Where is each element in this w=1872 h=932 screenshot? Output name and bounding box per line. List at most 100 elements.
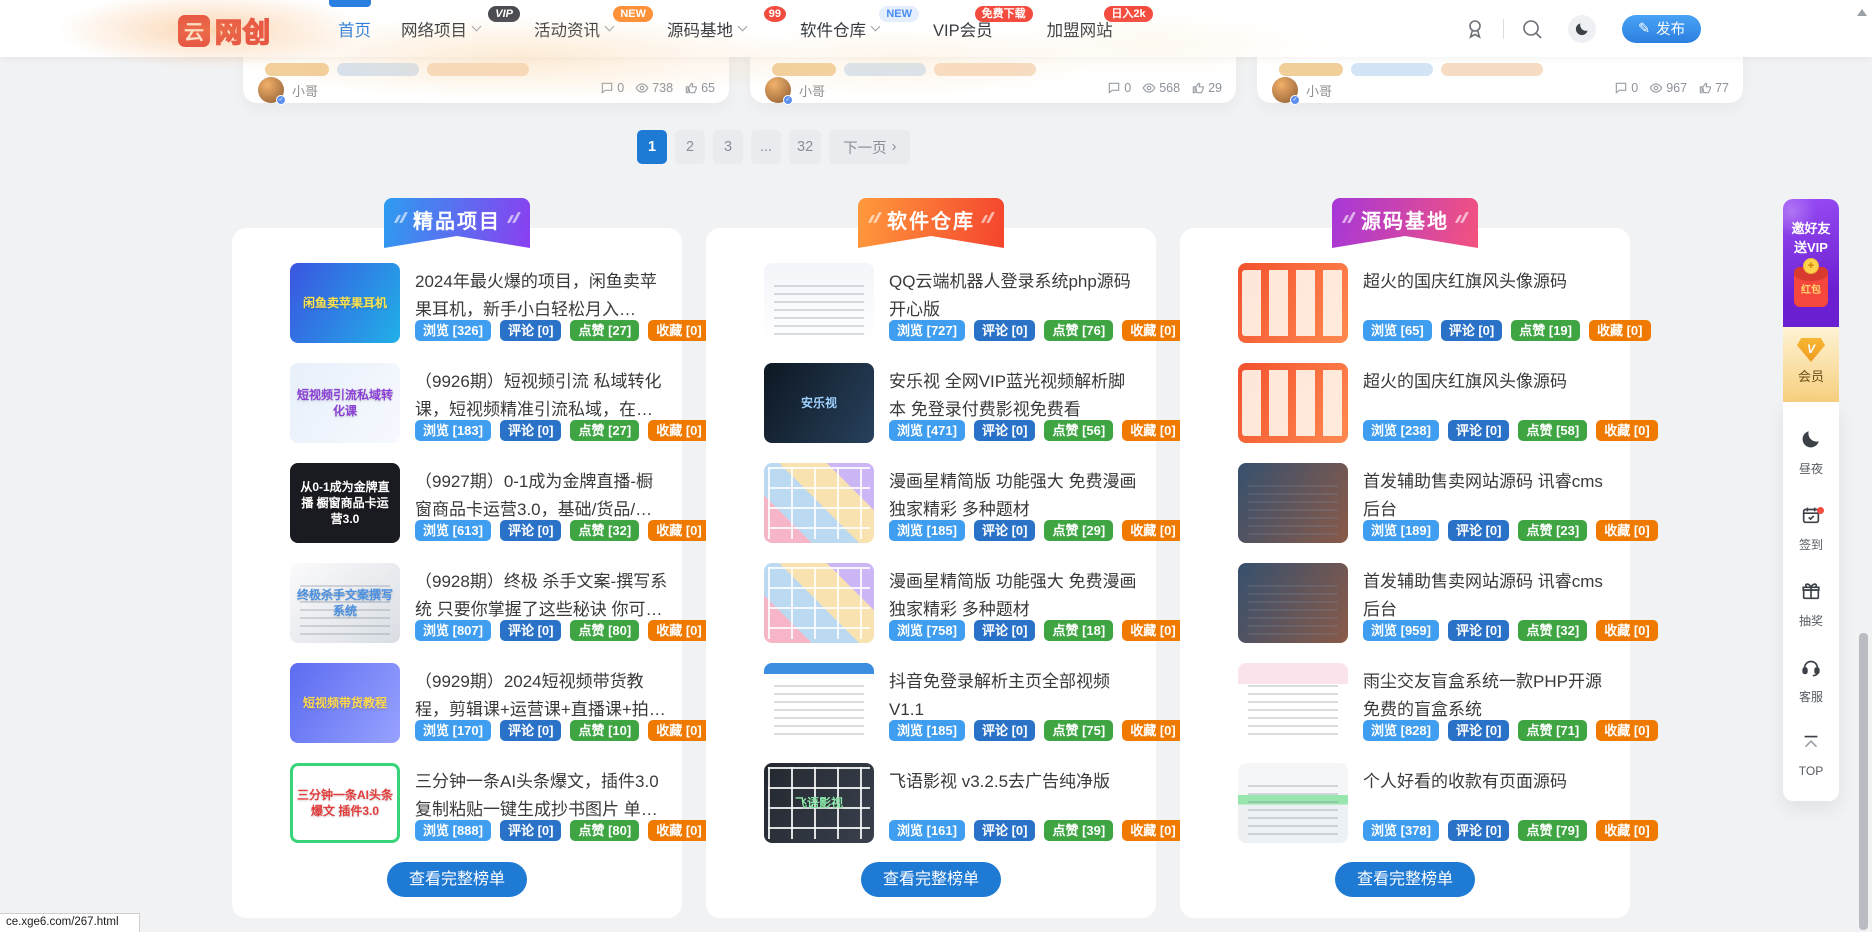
nav-item-badge: 免费下载 [975, 6, 1033, 22]
comments-count: 0 [1124, 81, 1131, 95]
list-item[interactable]: 超火的国庆红旗风头像源码 浏览 [238]评论 [0]点赞 [58]收藏 [0] [1180, 363, 1630, 463]
list-item[interactable]: 短视频引流私域转化课 （9926期）短视频引流 私域转化课，短视频精准引流私域，… [232, 363, 682, 463]
panel-item-list: 闲鱼卖苹果耳机 2024年最火爆的项目，闲鱼卖苹果耳机，新手小白轻松月入2W+简… [232, 263, 682, 863]
item-title[interactable]: 三分钟一条AI头条爆文，插件3.0 复制粘贴一键生成抄书图片 单日变现四位数 [415, 768, 668, 824]
list-item[interactable]: 闲鱼卖苹果耳机 2024年最火爆的项目，闲鱼卖苹果耳机，新手小白轻松月入2W+简… [232, 263, 682, 363]
nav-item-7[interactable]: 加盟网站 日入2k [1047, 17, 1137, 41]
item-title[interactable]: 2024年最火爆的项目，闲鱼卖苹果耳机，新手小白轻松月入2W+简单易上手 [415, 268, 668, 324]
views-count: 967 [1666, 81, 1687, 95]
item-stat-badges: 浏览 [238]评论 [0]点赞 [58]收藏 [0] [1363, 420, 1658, 441]
main-nav: 首页 网络项目 VIP 活动资讯 NEW 源码基地 99 软件仓库 NEW VI… [338, 0, 1137, 57]
nav-item-5[interactable]: 软件仓库 NEW [800, 17, 903, 41]
item-title[interactable]: 首发辅助售卖网站源码 讯睿cms后台 [1363, 568, 1616, 624]
side-item-客服[interactable]: 客服 [1783, 640, 1839, 716]
page-button-32[interactable]: 32 [789, 130, 821, 164]
thumbnail-text: 闲鱼卖苹果耳机 [297, 295, 393, 311]
item-title[interactable]: 漫画星精简版 功能强大 免费漫画 独家精彩 多种题材 [889, 468, 1142, 524]
comments-badge: 评论 [0] [500, 420, 562, 441]
invite-line2: 送VIP [1783, 238, 1839, 257]
list-item[interactable]: 漫画星精简版 功能强大 免费漫画 独家精彩 多种题材 浏览 [758]评论 [0… [706, 563, 1156, 663]
publish-button[interactable]: ✎ 发布 [1622, 15, 1701, 43]
page-button-3[interactable]: 3 [713, 130, 743, 164]
logo-text: 网创 [215, 11, 271, 50]
likes-badge: 点赞 [58] [1518, 420, 1587, 441]
item-content: 首发辅助售卖网站源码 讯睿cms后台 浏览 [189]评论 [0]点赞 [23]… [1363, 463, 1616, 563]
page-button-2[interactable]: 2 [675, 130, 705, 164]
nav-item-4[interactable]: 源码基地 99 [667, 17, 770, 41]
page-button-1[interactable]: 1 [637, 130, 667, 164]
views-badge: 浏览 [727] [889, 320, 965, 341]
dark-mode-toggle[interactable] [1568, 15, 1596, 43]
headset-icon [1800, 656, 1822, 678]
post-stats: 0 568 29 [1107, 81, 1222, 95]
nav-item-1[interactable]: 首页 [338, 17, 371, 41]
list-item[interactable]: 短视频带货教程 （9929期）2024短视频带货教程，剪辑课+运营课+直播课+拍… [232, 663, 682, 763]
author-row[interactable]: ✓ 小哥 [258, 77, 318, 103]
views-badge: 浏览 [65] [1363, 320, 1432, 341]
medal-icon[interactable] [1463, 17, 1487, 41]
item-title[interactable]: 超火的国庆红旗风头像源码 [1363, 268, 1616, 296]
item-stat-badges: 浏览 [888]评论 [0]点赞 [80]收藏 [0] [415, 820, 710, 841]
invite-vip-card[interactable]: 邀好友 送VIP + 红包 [1783, 199, 1839, 327]
list-item[interactable]: 雨尘交友盲盒系统一款PHP开源免费的盲盒系统 浏览 [828]评论 [0]点赞 … [1180, 663, 1630, 763]
item-title[interactable]: 飞语影视 v3.2.5去广告纯净版 [889, 768, 1142, 796]
item-thumbnail [1238, 763, 1348, 843]
list-item[interactable]: 漫画星精简版 功能强大 免费漫画 独家精彩 多种题材 浏览 [185]评论 [0… [706, 463, 1156, 563]
nav-item-label: 网络项目 [401, 17, 467, 41]
comments-badge: 评论 [0] [974, 320, 1036, 341]
view-full-list-button[interactable]: 查看完整榜单 [387, 862, 527, 897]
item-title[interactable]: 抖音免登录解析主页全部视频V1.1 [889, 668, 1142, 724]
side-item-昼夜[interactable]: 昼夜 [1783, 412, 1839, 488]
list-item[interactable]: 超火的国庆红旗风头像源码 浏览 [65]评论 [0]点赞 [19]收藏 [0] [1180, 263, 1630, 363]
thumbnail-text: 终极杀手文案撰写系统 [290, 587, 400, 619]
nav-item-label: 软件仓库 [800, 17, 866, 41]
scrollbar-up-arrow[interactable] [1857, 9, 1867, 16]
item-title[interactable]: 超火的国庆红旗风头像源码 [1363, 368, 1616, 396]
vip-member-item[interactable]: V 会员 [1783, 327, 1839, 402]
list-item[interactable]: QQ云端机器人登录系统php源码开心版 浏览 [727]评论 [0]点赞 [76… [706, 263, 1156, 363]
ranking-panel-1: 精品项目 闲鱼卖苹果耳机 2024年最火爆的项目，闲鱼卖苹果耳机，新手小白轻松月… [232, 228, 682, 918]
view-full-list-button[interactable]: 查看完整榜单 [1335, 862, 1475, 897]
favorites-badge: 收藏 [0] [1122, 520, 1184, 541]
item-title[interactable]: 安乐视 全网VIP蓝光视频解析脚本 免登录付费影视免费看 [889, 368, 1142, 424]
item-title[interactable]: （9927期）0-1成为金牌直播-橱窗商品卡运营3.0，基础/货品/场景/话术/… [415, 468, 668, 524]
list-item[interactable]: 从0-1成为金牌直播 橱窗商品卡运营3.0 （9927期）0-1成为金牌直播-橱… [232, 463, 682, 563]
item-stat-badges: 浏览 [807]评论 [0]点赞 [80]收藏 [0] [415, 620, 710, 641]
search-icon[interactable] [1520, 17, 1544, 41]
next-page-button[interactable]: 下一页› [829, 130, 910, 164]
favorites-badge: 收藏 [0] [1589, 320, 1651, 341]
thumbnail-text: 从0-1成为金牌直播 橱窗商品卡运营3.0 [290, 479, 400, 528]
view-full-list-button[interactable]: 查看完整榜单 [861, 862, 1001, 897]
list-item[interactable]: 个人好看的收款有页面源码 浏览 [378]评论 [0]点赞 [79]收藏 [0] [1180, 763, 1630, 863]
item-title[interactable]: 个人好看的收款有页面源码 [1363, 768, 1616, 796]
item-thumbnail [764, 563, 874, 643]
scrollbar-thumb[interactable] [1859, 633, 1868, 930]
list-item[interactable]: 首发辅助售卖网站源码 讯睿cms后台 浏览 [959]评论 [0]点赞 [32]… [1180, 563, 1630, 663]
likes-badge: 点赞 [23] [1518, 520, 1587, 541]
list-item[interactable]: 抖音免登录解析主页全部视频V1.1 浏览 [185]评论 [0]点赞 [75]收… [706, 663, 1156, 763]
side-item-签到[interactable]: 签到 [1783, 488, 1839, 564]
item-title[interactable]: QQ云端机器人登录系统php源码开心版 [889, 268, 1142, 324]
side-item-抽奖[interactable]: 抽奖 [1783, 564, 1839, 640]
item-title[interactable]: （9928期）终极 杀手文案-撰写系统 只要你掌握了这些秘诀 你可以在沙漠里… [415, 568, 668, 624]
tag-pill [844, 63, 926, 76]
item-title[interactable]: 漫画星精简版 功能强大 免费漫画 独家精彩 多种题材 [889, 568, 1142, 624]
nav-item-6[interactable]: VIP会员 免费下载 [933, 17, 1017, 41]
author-row[interactable]: ✓ 小哥 [765, 77, 825, 103]
item-title[interactable]: 首发辅助售卖网站源码 讯睿cms后台 [1363, 468, 1616, 524]
list-item[interactable]: 三分钟一条AI头条爆文 插件3.0 三分钟一条AI头条爆文，插件3.0 复制粘贴… [232, 763, 682, 863]
item-title[interactable]: 雨尘交友盲盒系统一款PHP开源免费的盲盒系统 [1363, 668, 1616, 724]
list-item[interactable]: 安乐视 安乐视 全网VIP蓝光视频解析脚本 免登录付费影视免费看 浏览 [471… [706, 363, 1156, 463]
list-item[interactable]: 首发辅助售卖网站源码 讯睿cms后台 浏览 [189]评论 [0]点赞 [23]… [1180, 463, 1630, 563]
side-item-top[interactable]: TOP [1783, 716, 1839, 789]
nav-item-2[interactable]: 网络项目 VIP [401, 17, 504, 41]
item-title[interactable]: （9926期）短视频引流 私域转化课，短视频精准引流私域，在私域高效转化… [415, 368, 668, 424]
list-item[interactable]: 飞语影视 飞语影视 v3.2.5去广告纯净版 浏览 [161]评论 [0]点赞 … [706, 763, 1156, 863]
list-item[interactable]: 终极杀手文案撰写系统 （9928期）终极 杀手文案-撰写系统 只要你掌握了这些秘… [232, 563, 682, 663]
site-logo[interactable]: 云 网创 [178, 11, 271, 50]
item-title[interactable]: （9929期）2024短视频带货教程，剪辑课+运营课+直播课+拍摄课（全套高清… [415, 668, 668, 724]
nav-item-3[interactable]: 活动资讯 NEW [534, 17, 637, 41]
page-ellipsis[interactable]: ... [751, 130, 781, 164]
item-content: 飞语影视 v3.2.5去广告纯净版 浏览 [161]评论 [0]点赞 [39]收… [889, 763, 1142, 863]
author-row[interactable]: ✓ 小哥 [1272, 77, 1332, 103]
